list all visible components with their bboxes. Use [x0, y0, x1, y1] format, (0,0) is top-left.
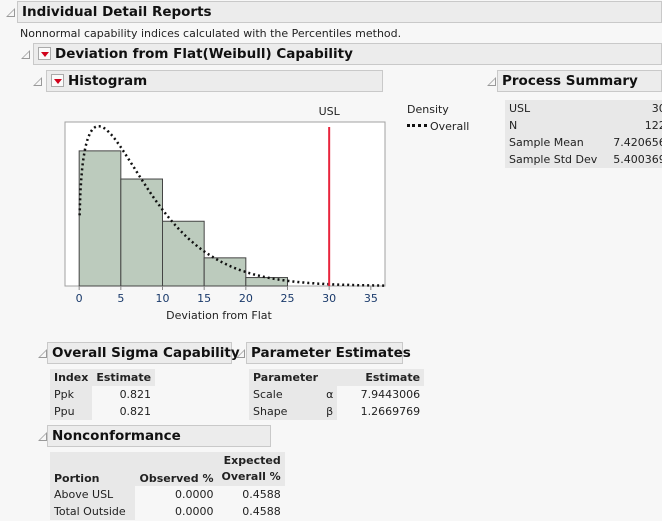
x-tick-label: 30	[322, 292, 336, 305]
process-summary-header[interactable]: Process Summary	[497, 70, 662, 92]
overall-sigma-table: Index Estimate Ppk 0.821 Ppu 0.821	[50, 369, 156, 420]
table-cell: 0.821	[119, 405, 152, 418]
method-note: Nonnormal capability indices calculated …	[20, 27, 402, 40]
histogram-bar	[245, 277, 288, 287]
x-tick-label: 15	[197, 292, 211, 305]
table-cell: β	[322, 403, 338, 420]
x-tick-label: 5	[117, 292, 124, 305]
table-cell: 0.0000	[174, 488, 214, 501]
table-cell: 0.4588	[242, 488, 281, 501]
col-header: Observed %	[135, 452, 218, 486]
table-cell: Sample Mean	[505, 134, 602, 151]
overall-sigma-header[interactable]: Overall Sigma Capability	[47, 342, 240, 364]
process-summary-title: Process Summary	[502, 73, 638, 89]
table-cell: Above USL	[50, 486, 136, 503]
col-header: Expected	[223, 454, 281, 467]
col-header: Portion	[50, 452, 136, 486]
histogram-header[interactable]: Histogram	[46, 70, 383, 92]
table-cell: 7.9443006	[360, 388, 421, 401]
table-cell: 1.2669769	[360, 405, 421, 418]
table-cell: 0.4588	[242, 505, 281, 518]
parameter-estimates-title: Parameter Estimates	[251, 345, 411, 361]
table-row: Ppu 0.821	[50, 403, 155, 420]
x-axis-label: Deviation from Flat	[166, 309, 272, 322]
col-header: Parameter	[249, 369, 323, 386]
table-row: Sample Std Dev 5.400369	[505, 151, 662, 168]
collapse-triangle-icon[interactable]	[236, 349, 245, 358]
parameter-estimates-header[interactable]: Parameter Estimates	[246, 342, 411, 364]
table-row: USL30	[505, 100, 662, 117]
legend-dotted-line-icon	[407, 124, 427, 127]
process-summary-table: USL30N122Sample Mean7.420656Sample Std D…	[505, 100, 662, 168]
histogram-bar	[203, 257, 247, 287]
collapse-triangle-icon[interactable]	[6, 8, 15, 17]
histogram-bar	[162, 220, 205, 287]
usl-label: USL	[319, 105, 341, 118]
table-cell: Scale	[249, 386, 323, 403]
histogram-bar	[78, 150, 122, 287]
table-row: Ppk 0.821	[50, 386, 155, 403]
table-cell: USL	[505, 100, 602, 117]
histogram-bar	[120, 178, 164, 287]
table-row: Sample Mean 7.420656	[505, 134, 662, 151]
collapse-triangle-icon[interactable]	[38, 432, 47, 441]
col-header: Estimate	[337, 369, 425, 386]
table-cell: 5.400369	[601, 151, 662, 168]
table-row: Scale α 7.9443006	[249, 386, 424, 403]
col-header: Index	[50, 369, 93, 386]
red-triangle-menu-icon[interactable]	[51, 74, 64, 87]
table-cell: 30	[601, 100, 662, 117]
table-cell: Ppk	[50, 386, 93, 403]
nonconformance-title: Nonconformance	[52, 428, 181, 444]
nonconformance-table: Portion Observed % Expected Overall % Above…	[50, 452, 285, 520]
col-header: Estimate	[92, 369, 156, 386]
table-cell: N	[505, 117, 602, 134]
capability-title: Deviation from Flat(Weibull) Capability	[55, 46, 353, 62]
legend-entry: Overall	[430, 120, 470, 133]
table-cell: Total Outside	[50, 503, 136, 520]
red-triangle-menu-icon[interactable]	[38, 47, 51, 60]
collapse-triangle-icon[interactable]	[33, 77, 42, 86]
x-tick-label: 0	[76, 292, 83, 305]
parameter-estimates-table: Parameter Estimate Scale α 7.9443006 Shape β 1…	[249, 369, 425, 420]
table-cell: Sample Std Dev	[505, 151, 602, 168]
table-cell: α	[322, 386, 338, 403]
report-header[interactable]: Individual Detail Reports	[17, 1, 662, 23]
collapse-triangle-icon[interactable]	[487, 77, 496, 86]
legend-title: Density	[407, 103, 449, 116]
table-row: N122	[505, 117, 662, 134]
table-cell: 0.0000	[174, 505, 214, 518]
col-header	[322, 369, 338, 386]
x-tick-label: 25	[281, 292, 295, 305]
table-cell: Shape	[249, 403, 323, 420]
report-title: Individual Detail Reports	[22, 4, 212, 20]
collapse-triangle-icon[interactable]	[21, 50, 30, 59]
x-tick-label: 20	[239, 292, 253, 305]
nonconformance-header[interactable]: Nonconformance	[47, 425, 271, 447]
legend: Density Overall	[407, 103, 469, 133]
x-tick-label: 35	[364, 292, 378, 305]
overall-sigma-title: Overall Sigma Capability	[52, 345, 240, 361]
histogram-title: Histogram	[68, 73, 148, 89]
table-cell: 7.420656	[601, 134, 662, 151]
collapse-triangle-icon[interactable]	[38, 349, 47, 358]
x-tick-label: 10	[156, 292, 170, 305]
table-cell: 0.821	[119, 388, 152, 401]
table-row: Shape β 1.2669769	[249, 403, 424, 420]
table-row: Total Outside 0.0000 0.4588	[50, 503, 285, 520]
table-cell: 122	[601, 117, 662, 134]
col-header: Overall %	[221, 470, 281, 483]
table-row: Above USL 0.0000 0.4588	[50, 486, 285, 503]
capability-header[interactable]: Deviation from Flat(Weibull) Capability	[33, 43, 662, 65]
table-cell: Ppu	[50, 403, 93, 420]
